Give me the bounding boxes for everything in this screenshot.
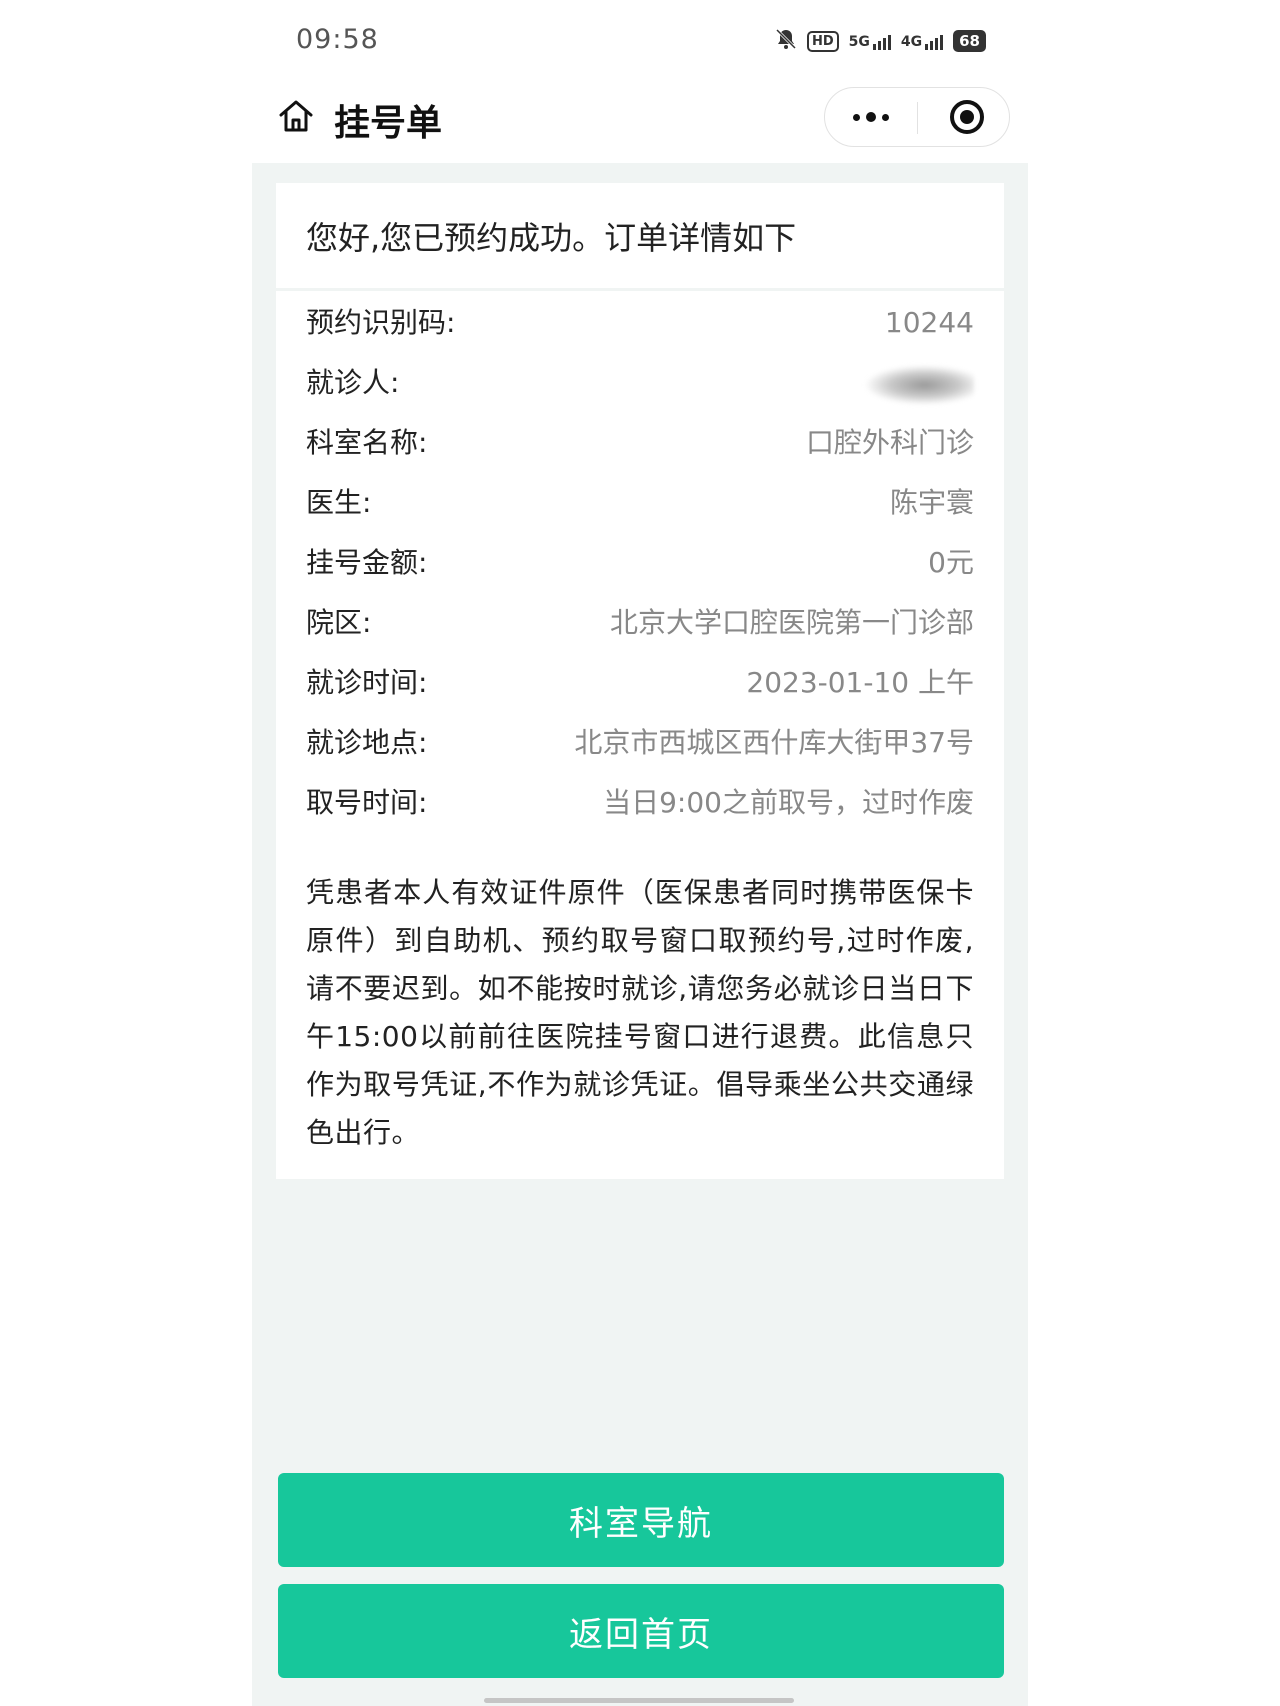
- top-area: 09:58 HD 5G 4G 68 挂号单: [252, 0, 1028, 163]
- close-target-icon[interactable]: [950, 100, 984, 134]
- row-visit-time: 就诊时间: 2023-01-10 上午: [306, 663, 974, 703]
- row-label: 预约识别码:: [306, 306, 456, 339]
- success-greeting: 您好,您已预约成功。订单详情如下: [276, 183, 1004, 288]
- back-home-button[interactable]: 返回首页: [278, 1584, 1004, 1678]
- row-fee: 挂号金额: 0元: [306, 543, 974, 583]
- home-icon[interactable]: [276, 96, 316, 136]
- mini-program-capsule: [824, 87, 1010, 147]
- capsule-divider: [917, 102, 918, 134]
- row-label: 医生:: [306, 486, 372, 519]
- status-time: 09:58: [296, 24, 379, 55]
- row-label: 院区:: [306, 606, 372, 639]
- row-patient: 就诊人:: [306, 363, 974, 405]
- row-label: 挂号金额:: [306, 546, 428, 579]
- row-value: 北京大学口腔医院第一门诊部: [609, 606, 974, 639]
- row-value: 0元: [928, 546, 974, 579]
- row-pickup-time: 取号时间: 当日9:00之前取号，过时作废: [306, 783, 974, 823]
- row-value: 口腔外科门诊: [805, 426, 974, 459]
- row-value: 10244: [884, 306, 974, 339]
- signal-5g-icon: 5G: [849, 32, 891, 50]
- notice-text: 凭患者本人有效证件原件（医保患者同时携带医保卡原件）到自助机、预约取号窗口取预约…: [306, 876, 974, 1149]
- network-5g-label: 5G: [848, 34, 870, 50]
- signal-4g-icon: 4G: [900, 32, 944, 50]
- row-value: 2023-01-10 上午: [746, 666, 974, 699]
- row-label: 就诊人:: [306, 366, 400, 399]
- battery-icon: 68: [953, 30, 986, 52]
- order-details-card: 预约识别码: 10244 就诊人: 科室名称: 口腔外科门诊 医生: 陈宇寰 挂…: [276, 291, 1004, 1179]
- row-appointment-code: 预约识别码: 10244: [306, 303, 974, 343]
- mute-bell-icon: [775, 28, 797, 54]
- phone-screen: 09:58 HD 5G 4G 68 挂号单 您好,您已预约成功。订单详情如下 预…: [252, 0, 1028, 1706]
- row-value: 北京市西城区西什库大街甲37号: [574, 726, 974, 759]
- network-4g-label: 4G: [900, 34, 923, 50]
- department-navigation-button[interactable]: 科室导航: [278, 1473, 1004, 1567]
- row-value: 陈宇寰: [889, 486, 974, 519]
- more-icon[interactable]: [825, 88, 917, 146]
- row-label: 就诊时间:: [306, 666, 428, 699]
- row-department: 科室名称: 口腔外科门诊: [306, 423, 974, 463]
- page-title: 挂号单: [334, 103, 443, 144]
- redacted-patient-name: [864, 365, 974, 405]
- row-label: 取号时间:: [306, 786, 428, 819]
- row-label: 就诊地点:: [306, 726, 428, 759]
- row-visit-location: 就诊地点: 北京市西城区西什库大街甲37号: [306, 723, 974, 763]
- status-icons: HD 5G 4G 68: [775, 28, 986, 54]
- hd-badge: HD: [806, 30, 839, 52]
- row-value: 当日9:00之前取号，过时作废: [603, 786, 974, 819]
- row-label: 科室名称:: [306, 426, 428, 459]
- home-indicator[interactable]: [484, 1698, 794, 1703]
- row-campus: 院区: 北京大学口腔医院第一门诊部: [306, 603, 974, 643]
- row-doctor: 医生: 陈宇寰: [306, 483, 974, 523]
